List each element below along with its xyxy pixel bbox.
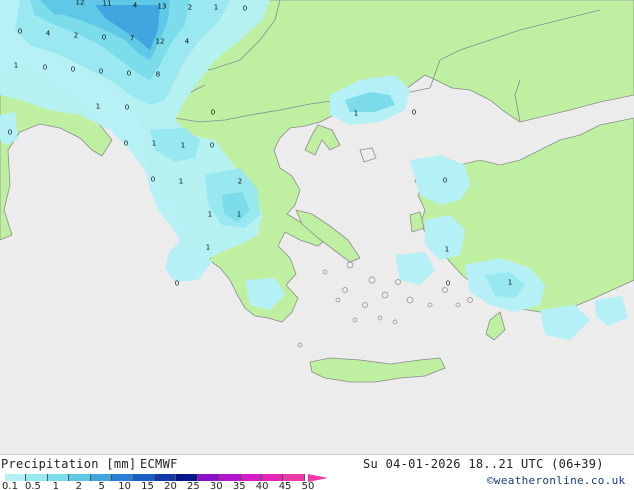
legend-tick-label: 0.1 bbox=[2, 481, 18, 490]
map-value-label: 1 bbox=[180, 141, 186, 150]
map-value-label: 1 bbox=[178, 177, 184, 186]
legend-tick-label: 5 bbox=[98, 481, 105, 490]
legend-tick-label: 30 bbox=[209, 481, 223, 490]
legend-tick-label: 1 bbox=[52, 481, 60, 490]
legend-tick-label: 10 bbox=[118, 481, 131, 490]
map-value-label: 0 bbox=[124, 103, 130, 112]
map-value-label: 2 bbox=[73, 31, 79, 40]
forecast-datetime: Su 04-01-2026 18..21 UTC (06+39) bbox=[363, 457, 604, 471]
precipitation-map: 12 11 4 13 2 1 0 0 4 2 0 7 12 4 1 0 0 0 … bbox=[0, 0, 634, 455]
model-name: ECMWF bbox=[140, 457, 178, 471]
map-value-label: 1 bbox=[213, 3, 219, 12]
legend-swatch bbox=[69, 474, 91, 481]
map-value-label: 0 bbox=[242, 4, 248, 13]
map-value-label: 1 bbox=[444, 245, 450, 254]
map-value-label: 8 bbox=[155, 70, 161, 79]
map-value-label: 1 bbox=[353, 109, 359, 118]
legend-tick-label: 25 bbox=[187, 481, 200, 490]
legend-swatch bbox=[133, 474, 155, 481]
map-value-label: 1 bbox=[95, 102, 101, 111]
map-value-label: 0 bbox=[42, 63, 48, 72]
legend-swatch bbox=[219, 474, 241, 481]
map-value-label: 2 bbox=[237, 177, 243, 186]
legend-swatch bbox=[26, 474, 48, 481]
map-value-label: 1 bbox=[236, 210, 242, 219]
map-value-label: 0 bbox=[150, 175, 156, 184]
map-value-label: 4 bbox=[184, 37, 190, 46]
legend-tick-label: 40 bbox=[255, 481, 269, 490]
legend-tick-label: 45 bbox=[278, 481, 292, 490]
map-value-label: 12 bbox=[155, 37, 165, 46]
legend-swatch bbox=[112, 474, 134, 481]
map-value-label: 1 bbox=[205, 243, 211, 252]
legend-tick-label: 15 bbox=[141, 481, 154, 490]
map-panel: 12 11 4 13 2 1 0 0 4 2 0 7 12 4 1 0 0 0 … bbox=[0, 0, 634, 490]
map-value-label: 0 bbox=[126, 69, 132, 78]
map-value-label: 11 bbox=[102, 0, 112, 8]
map-value-label: 13 bbox=[157, 2, 167, 11]
legend-swatch bbox=[176, 474, 198, 481]
map-value-label: 4 bbox=[132, 1, 138, 10]
legend-tick-label: 35 bbox=[232, 481, 246, 490]
map-value-label: 0 bbox=[445, 279, 451, 288]
map-value-label: 1 bbox=[507, 278, 513, 287]
map-canvas bbox=[0, 0, 634, 455]
legend-tick-label: 2 bbox=[75, 481, 82, 490]
map-value-label: 1 bbox=[13, 61, 19, 70]
legend-swatch bbox=[154, 474, 177, 481]
credit-link[interactable]: ©weatheronline.co.uk bbox=[487, 474, 625, 487]
map-value-label: 0 bbox=[210, 108, 216, 117]
map-value-label: 0 bbox=[7, 128, 13, 137]
legend-color-bar bbox=[5, 474, 305, 481]
legend-swatch bbox=[283, 474, 305, 481]
legend-tick-label: 0.5 bbox=[24, 481, 41, 490]
map-value-label: 0 bbox=[209, 141, 215, 150]
precipitation-title: Precipitation [mm] bbox=[1, 457, 137, 471]
map-value-label: 1 bbox=[151, 139, 157, 148]
legend-swatch bbox=[5, 474, 27, 481]
map-value-label: 0 bbox=[174, 279, 180, 288]
legend-swatch bbox=[47, 474, 70, 481]
map-value-label: 1 bbox=[207, 210, 213, 219]
map-value-label: 0 bbox=[442, 176, 448, 185]
map-value-label: 0 bbox=[70, 65, 76, 74]
map-value-label: 0 bbox=[98, 67, 104, 76]
legend-swatch bbox=[262, 474, 284, 481]
legend-swatch bbox=[240, 474, 263, 481]
map-value-label: 4 bbox=[45, 29, 51, 38]
map-value-label: 2 bbox=[187, 3, 193, 12]
map-value-label: 0 bbox=[101, 33, 107, 42]
legend-tick-label: 50 bbox=[301, 481, 315, 490]
map-value-label: 0 bbox=[411, 108, 417, 117]
legend-swatch bbox=[90, 474, 113, 481]
map-value-label: 7 bbox=[129, 34, 135, 43]
map-value-label: 12 bbox=[75, 0, 85, 7]
legend-tick-label: 20 bbox=[164, 481, 177, 490]
map-value-label: 0 bbox=[17, 27, 23, 36]
legend-swatch bbox=[197, 474, 220, 481]
map-value-label: 0 bbox=[123, 139, 129, 148]
